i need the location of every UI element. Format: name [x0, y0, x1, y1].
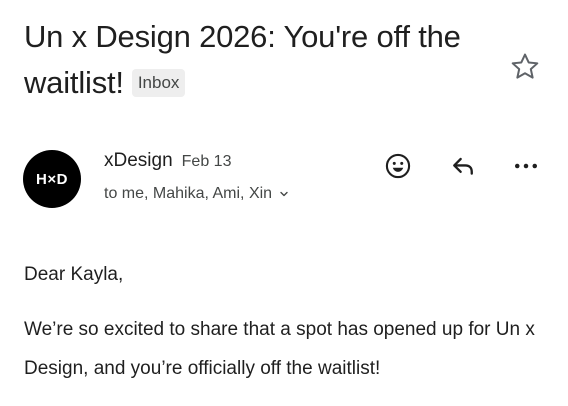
sender-avatar[interactable]: H×D [23, 150, 81, 208]
reply-button[interactable] [446, 149, 480, 183]
subject-text: Un x Design 2026: You're off the waitlis… [24, 19, 461, 100]
star-button[interactable] [508, 50, 542, 84]
email-body: Dear Kayla, We’re so excited to share th… [24, 262, 554, 388]
email-subject: Un x Design 2026: You're off the waitlis… [24, 14, 494, 106]
add-reaction-button[interactable] [381, 149, 415, 183]
sender-name[interactable]: xDesign [104, 150, 173, 171]
email-greeting: Dear Kayla, [24, 264, 124, 285]
more-vertical-icon [515, 163, 537, 169]
email-paragraph: We’re so excited to share that a spot ha… [24, 319, 535, 379]
email-view: Un x Design 2026: You're off the waitlis… [0, 0, 568, 406]
more-options-button[interactable] [509, 149, 543, 183]
inbox-label-badge[interactable]: Inbox [131, 69, 186, 97]
add-reaction-icon [385, 153, 411, 179]
star-outline-icon [511, 53, 539, 79]
recipients-text: to me, Mahika, Ami, Xin [104, 185, 273, 202]
chevron-down-icon [280, 191, 288, 197]
recipients-toggle[interactable]: to me, Mahika, Ami, Xin [104, 185, 290, 203]
email-date: Feb 13 [181, 153, 232, 170]
avatar-initials: H×D [36, 170, 68, 188]
reply-icon [453, 157, 473, 175]
sender-line: xDesign Feb 13 [104, 150, 231, 172]
